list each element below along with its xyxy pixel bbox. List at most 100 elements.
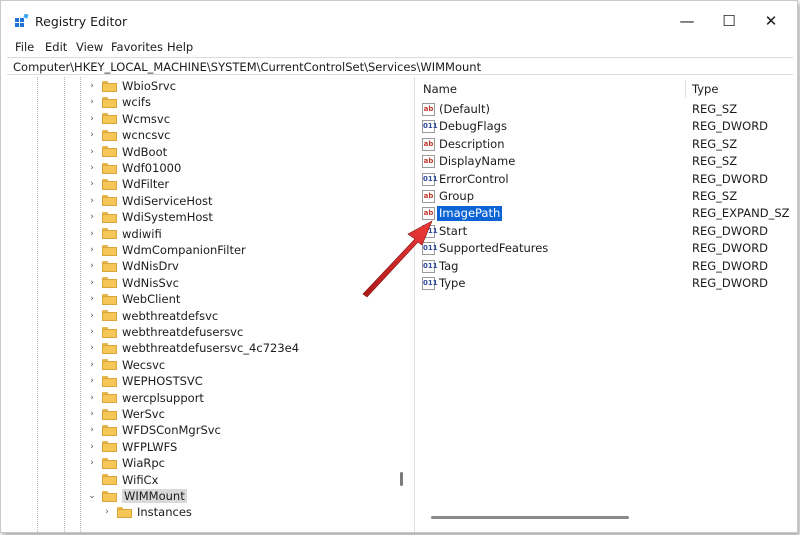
tree-guide-line	[80, 77, 81, 532]
value-row[interactable]: ab DisplayName REG_SZ	[415, 153, 797, 170]
menu-view[interactable]: View	[76, 40, 103, 54]
column-header-name[interactable]: Name	[423, 82, 457, 96]
menu-help[interactable]: Help	[167, 40, 193, 54]
tree-scrollbar-thumb[interactable]	[400, 472, 403, 486]
chevron-right-icon[interactable]: ›	[87, 390, 97, 406]
value-type: REG_SZ	[692, 136, 738, 151]
chevron-right-icon[interactable]: ›	[87, 94, 97, 110]
chevron-right-icon[interactable]: ›	[87, 422, 97, 438]
menu-file[interactable]: File	[15, 40, 34, 54]
tree-item[interactable]: ⌄ WIMMount	[87, 488, 187, 504]
tree-item[interactable]: › webthreatdefsvc	[87, 308, 218, 324]
tree-item[interactable]: › Instances	[102, 504, 192, 520]
string-value-icon: ab	[422, 103, 435, 116]
chevron-right-icon[interactable]: ›	[87, 406, 97, 422]
tree-item[interactable]: › WFPLWFS	[87, 439, 177, 455]
chevron-right-icon[interactable]: ›	[87, 242, 97, 258]
tree-item[interactable]: › WebClient	[87, 291, 180, 307]
value-name: DisplayName	[439, 154, 516, 169]
tree-item[interactable]: › WdiServiceHost	[87, 193, 213, 209]
tree-item[interactable]: › Wdf01000	[87, 160, 181, 176]
chevron-right-icon[interactable]: ›	[87, 340, 97, 356]
minimize-button[interactable]: —	[667, 8, 707, 34]
tree-item[interactable]: › WdmCompanionFilter	[87, 242, 246, 258]
tree-item-label: WdiServiceHost	[122, 193, 213, 208]
tree-item[interactable]: › wercplsupport	[87, 390, 204, 406]
chevron-right-icon[interactable]: ›	[87, 455, 97, 471]
tree-item[interactable]: › wdiwifi	[87, 226, 162, 242]
maximize-button[interactable]: ☐	[709, 8, 749, 34]
close-button[interactable]: ✕	[751, 8, 791, 34]
chevron-right-icon[interactable]: ›	[87, 324, 97, 340]
chevron-right-icon[interactable]: ›	[102, 504, 112, 520]
chevron-right-icon[interactable]: ›	[87, 291, 97, 307]
chevron-right-icon[interactable]: ›	[87, 160, 97, 176]
tree-item[interactable]: WifiCx	[87, 472, 158, 488]
tree-item-label: Wcmsvc	[122, 111, 171, 126]
tree-item-label: WdNisDrv	[122, 259, 179, 274]
tree-item[interactable]: › WiaRpc	[87, 455, 165, 471]
value-row[interactable]: 011 Type REG_DWORD	[415, 275, 797, 292]
value-row[interactable]: 011 Tag REG_DWORD	[415, 258, 797, 275]
tree-item[interactable]: › WEPHOSTSVC	[87, 373, 203, 389]
menu-favorites[interactable]: Favorites	[111, 40, 163, 54]
chevron-right-icon[interactable]: ›	[87, 226, 97, 242]
chevron-right-icon[interactable]	[87, 472, 97, 488]
value-row[interactable]: 011 SupportedFeatures REG_DWORD	[415, 240, 797, 257]
chevron-right-icon[interactable]: ›	[87, 357, 97, 373]
chevron-right-icon[interactable]: ›	[87, 439, 97, 455]
key-tree-pane[interactable]: › WbioSrvc › wcifs › Wcmsvc › wcncsvc › WdBoot › Wd…	[1, 77, 396, 532]
menu-edit[interactable]: Edit	[45, 40, 67, 54]
tree-item[interactable]: › WdNisDrv	[87, 258, 179, 274]
chevron-right-icon[interactable]: ›	[87, 111, 97, 127]
binary-value-icon: 011	[422, 172, 438, 186]
chevron-down-icon[interactable]: ⌄	[87, 488, 97, 504]
value-row[interactable]: 011 Start REG_DWORD	[415, 223, 797, 240]
tree-item[interactable]: › WdBoot	[87, 144, 167, 160]
folder-icon	[102, 457, 117, 469]
value-row[interactable]: ab (Default) REG_SZ	[415, 101, 797, 118]
chevron-right-icon[interactable]: ›	[87, 144, 97, 160]
tree-item-label: WdFilter	[122, 177, 170, 192]
tree-item-label: wcncsvc	[122, 128, 171, 143]
tree-item[interactable]: › WbioSrvc	[87, 78, 176, 94]
chevron-right-icon[interactable]: ›	[87, 176, 97, 192]
value-row[interactable]: 011 ErrorControl REG_DWORD	[415, 171, 797, 188]
chevron-right-icon[interactable]: ›	[87, 127, 97, 143]
tree-item[interactable]: › WdiSystemHost	[87, 209, 213, 225]
value-row[interactable]: ab Group REG_SZ	[415, 188, 797, 205]
chevron-right-icon[interactable]: ›	[87, 275, 97, 291]
tree-item-label: Wecsvc	[122, 357, 166, 372]
tree-item[interactable]: › WdFilter	[87, 176, 169, 192]
values-pane[interactable]: Name Type ab (Default) REG_SZ 011 DebugFlags…	[415, 77, 797, 532]
chevron-right-icon[interactable]: ›	[87, 373, 97, 389]
tree-item[interactable]: › wcncsvc	[87, 127, 170, 143]
address-bar[interactable]: Computer\HKEY_LOCAL_MACHINE\SYSTEM\Curre…	[7, 57, 793, 75]
chevron-right-icon[interactable]: ›	[87, 308, 97, 324]
folder-icon	[102, 146, 117, 158]
value-row[interactable]: 011 DebugFlags REG_DWORD	[415, 118, 797, 135]
chevron-right-icon[interactable]: ›	[87, 193, 97, 209]
folder-icon	[102, 359, 117, 371]
tree-item[interactable]: › wcifs	[87, 94, 151, 110]
column-separator[interactable]	[685, 80, 686, 98]
tree-item[interactable]: › webthreatdefusersvc	[87, 324, 243, 340]
values-scrollbar-thumb[interactable]	[431, 516, 629, 519]
value-row[interactable]: ab Description REG_SZ	[415, 136, 797, 153]
tree-item-label: wercplsupport	[122, 390, 204, 405]
tree-item[interactable]: › WdNisSvc	[87, 275, 179, 291]
tree-item[interactable]: › webthreatdefusersvc_4c723e4	[87, 340, 299, 356]
tree-item[interactable]: › Wecsvc	[87, 357, 165, 373]
tree-item[interactable]: › WerSvc	[87, 406, 165, 422]
column-header-type[interactable]: Type	[692, 82, 718, 96]
chevron-right-icon[interactable]: ›	[87, 78, 97, 94]
value-row[interactable]: ab ImagePath REG_EXPAND_SZ	[415, 205, 797, 222]
chevron-right-icon[interactable]: ›	[87, 209, 97, 225]
value-name: (Default)	[439, 102, 490, 116]
value-type: REG_SZ	[692, 154, 738, 169]
chevron-right-icon[interactable]: ›	[87, 258, 97, 274]
value-type: REG_DWORD	[692, 171, 769, 186]
folder-icon	[102, 260, 117, 272]
tree-item[interactable]: › Wcmsvc	[87, 111, 170, 127]
tree-item[interactable]: › WFDSConMgrSvc	[87, 422, 221, 438]
